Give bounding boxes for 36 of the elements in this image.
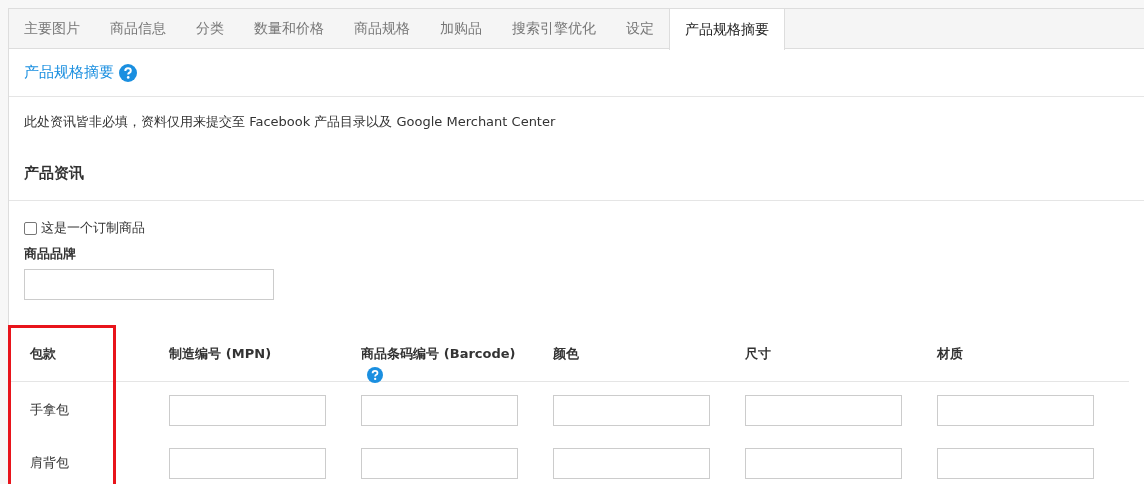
tab[interactable]: 设定 — [611, 9, 669, 49]
help-icon[interactable] — [119, 63, 137, 82]
tab[interactable]: 商品规格 — [339, 9, 425, 49]
brand-field[interactable] — [24, 269, 274, 300]
input-field[interactable] — [553, 394, 711, 426]
input-field[interactable] — [745, 394, 903, 426]
tab[interactable]: 主要图片 — [9, 9, 95, 49]
input-field[interactable] — [169, 394, 327, 426]
column-header: 颜色 — [553, 345, 580, 363]
field-label: 商品品牌 — [24, 245, 77, 263]
input-field[interactable] — [361, 447, 519, 479]
input-field[interactable] — [937, 447, 1095, 479]
row-label: 肩背包 — [30, 454, 69, 472]
row-label: 手拿包 — [30, 401, 69, 419]
help-icon[interactable] — [367, 367, 384, 383]
input-field[interactable] — [553, 447, 711, 479]
checkbox-label: 这是一个订制商品 — [41, 219, 145, 237]
column-header: 商品条码编号 (Barcode) — [361, 345, 516, 363]
section-title: 产品规格摘要 — [24, 63, 114, 82]
tab[interactable]: 分类 — [181, 9, 239, 49]
column-header: 尺寸 — [745, 345, 772, 363]
column-header: 制造编号 (MPN) — [169, 345, 272, 363]
notice-text: 此处资讯皆非必填，资料仅用来提交至 Facebook 产品目录以及 Google Merchant Center — [24, 113, 557, 131]
tab[interactable]: 数量和价格 — [239, 9, 339, 49]
section-heading: 产品资讯 — [24, 164, 85, 183]
input-field[interactable] — [937, 394, 1095, 426]
input-field[interactable] — [169, 447, 327, 479]
column-header: 包款 — [30, 345, 56, 363]
checkbox[interactable] — [24, 221, 37, 235]
column-header: 材质 — [937, 345, 964, 363]
tab[interactable]: 搜索引擎优化 — [497, 9, 611, 49]
tab[interactable]: 商品信息 — [95, 9, 181, 49]
tab[interactable]: 产品规格摘要 — [669, 9, 785, 50]
input-field[interactable] — [361, 394, 519, 426]
tab[interactable]: 加购品 — [425, 9, 497, 49]
input-field[interactable] — [745, 447, 903, 479]
